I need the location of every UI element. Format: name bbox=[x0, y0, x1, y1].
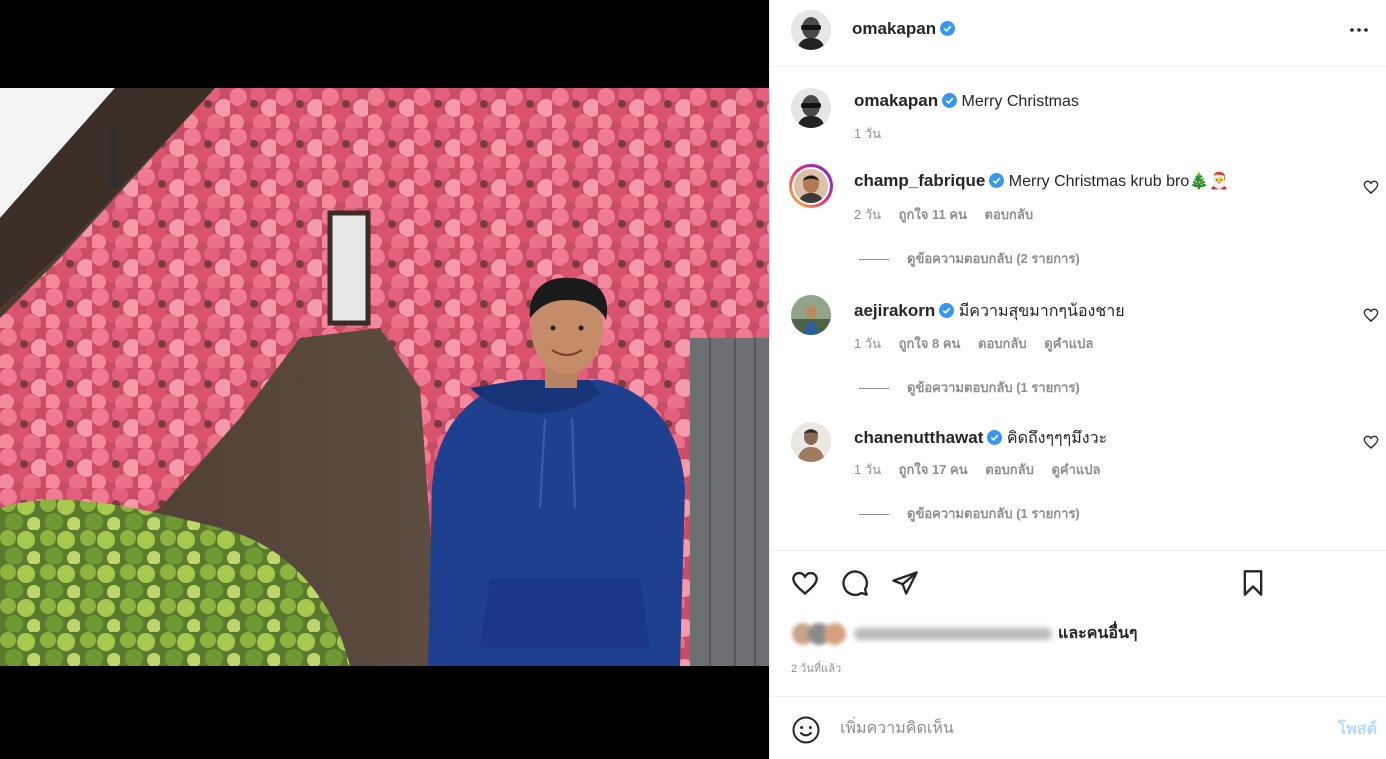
comment-text: chanenutthawat คิดถึงๆๆๆมึงวะ bbox=[854, 426, 1107, 451]
reply-button[interactable]: ตอบกลับ bbox=[985, 462, 1034, 477]
heart-icon[interactable] bbox=[1363, 434, 1379, 450]
comment-timestamp[interactable]: 2 วัน bbox=[854, 207, 881, 222]
comment-like-count[interactable]: ถูกใจ 17 คน bbox=[899, 462, 968, 477]
post-photo[interactable] bbox=[0, 88, 769, 666]
author-username[interactable]: omakapan bbox=[852, 19, 956, 39]
verified-badge-icon bbox=[989, 173, 1005, 188]
view-replies-button[interactable]: ดูข้อความตอบกลับ (1 รายการ) bbox=[859, 503, 1080, 524]
commenter-avatar-story-ring[interactable] bbox=[789, 164, 833, 208]
comment-text: aejirakorn มีความสุขมากๆน้องชาย bbox=[854, 299, 1125, 324]
caption-meta: 1 วัน bbox=[854, 123, 895, 144]
caption-text: omakapan Merry Christmas bbox=[854, 91, 1079, 111]
verified-badge-icon bbox=[940, 21, 956, 36]
comment-input[interactable] bbox=[840, 716, 1300, 742]
post-actions-section: และคนอื่นๆ 2 วันที่แล้ว bbox=[770, 550, 1386, 696]
post-detail-panel: omakapan omakapan Merry Christmas 1 วัน … bbox=[769, 0, 1386, 759]
post-comment-button[interactable]: โพสต์ bbox=[1338, 717, 1377, 742]
caption-author-username[interactable]: omakapan bbox=[854, 91, 938, 110]
comment-text: champ_fabrique Merry Christmas krub bro🎄… bbox=[854, 171, 1229, 191]
reply-button[interactable]: ตอบกลับ bbox=[985, 207, 1034, 222]
commenter-avatar-image bbox=[791, 422, 831, 462]
verified-badge-icon bbox=[939, 303, 955, 318]
comment-body: มีความสุขมากๆน้องชาย bbox=[958, 303, 1125, 320]
post-media-viewer bbox=[0, 0, 769, 759]
comment-body: Merry Christmas krub bro🎄🎅 bbox=[1008, 173, 1230, 190]
view-replies-button[interactable]: ดูข้อความตอบกลับ (2 รายการ) bbox=[859, 248, 1080, 269]
post-timestamp[interactable]: 2 วันที่แล้ว bbox=[791, 659, 841, 677]
post-photo-illustration bbox=[0, 88, 769, 666]
comments-list: omakapan Merry Christmas 1 วัน champ_fab… bbox=[770, 67, 1386, 550]
comment-meta: 2 วัน ถูกใจ 11 คน ตอบกลับ bbox=[854, 204, 1047, 225]
reply-button[interactable]: ตอบกลับ bbox=[978, 336, 1027, 351]
comment-meta: 1 วัน ถูกใจ 8 คน ตอบกลับ ดูคำแปล bbox=[854, 333, 1107, 354]
comment-like-count[interactable]: ถูกใจ 11 คน bbox=[899, 207, 967, 222]
view-replies-button[interactable]: ดูข้อความตอบกลับ (1 รายการ) bbox=[859, 377, 1080, 398]
post-header: omakapan bbox=[770, 0, 1386, 67]
smiley-icon[interactable] bbox=[791, 715, 821, 745]
commenter-avatar-image bbox=[794, 169, 828, 203]
paper-plane-icon[interactable] bbox=[891, 569, 919, 597]
commenter-username[interactable]: chanenutthawat bbox=[854, 428, 983, 447]
commenter-username[interactable]: aejirakorn bbox=[854, 301, 935, 320]
commenter-avatar[interactable] bbox=[791, 295, 831, 335]
liker-name-blurred bbox=[854, 627, 1052, 640]
commenter-avatar-image bbox=[791, 295, 831, 335]
see-translation-button[interactable]: ดูคำแปล bbox=[1044, 336, 1093, 351]
heart-icon[interactable] bbox=[1363, 179, 1379, 195]
comment-bubble-icon[interactable] bbox=[841, 569, 869, 597]
more-options-icon[interactable] bbox=[1347, 18, 1371, 42]
verified-badge-icon bbox=[942, 93, 958, 108]
comment-like-count[interactable]: ถูกใจ 8 คน bbox=[899, 336, 961, 351]
likes-summary[interactable]: และคนอื่นๆ bbox=[792, 621, 1138, 645]
bookmark-icon[interactable] bbox=[1239, 569, 1267, 597]
comment-meta: 1 วัน ถูกใจ 17 คน ตอบกลับ ดูคำแปล bbox=[854, 459, 1115, 480]
liker-avatars bbox=[792, 622, 850, 645]
comment-timestamp[interactable]: 1 วัน bbox=[854, 336, 881, 351]
comment-composer: โพสต์ bbox=[770, 696, 1386, 759]
likes-others-label[interactable]: และคนอื่นๆ bbox=[1058, 625, 1138, 642]
verified-badge-icon bbox=[987, 430, 1003, 445]
commenter-username[interactable]: champ_fabrique bbox=[854, 171, 985, 190]
commenter-avatar[interactable] bbox=[791, 422, 831, 462]
comment-timestamp[interactable]: 1 วัน bbox=[854, 462, 881, 477]
author-avatar[interactable] bbox=[791, 10, 831, 50]
heart-icon[interactable] bbox=[1363, 307, 1379, 323]
comment-body: คิดถึงๆๆๆมึงวะ bbox=[1006, 430, 1108, 447]
caption-body: Merry Christmas bbox=[961, 93, 1079, 110]
author-username-text[interactable]: omakapan bbox=[852, 19, 936, 38]
caption-timestamp[interactable]: 1 วัน bbox=[854, 126, 881, 141]
caption-author-avatar[interactable] bbox=[791, 88, 831, 128]
heart-icon[interactable] bbox=[791, 569, 819, 597]
caption-author-avatar-image bbox=[791, 88, 831, 128]
author-avatar-image bbox=[791, 10, 831, 50]
see-translation-button[interactable]: ดูคำแปล bbox=[1051, 462, 1100, 477]
